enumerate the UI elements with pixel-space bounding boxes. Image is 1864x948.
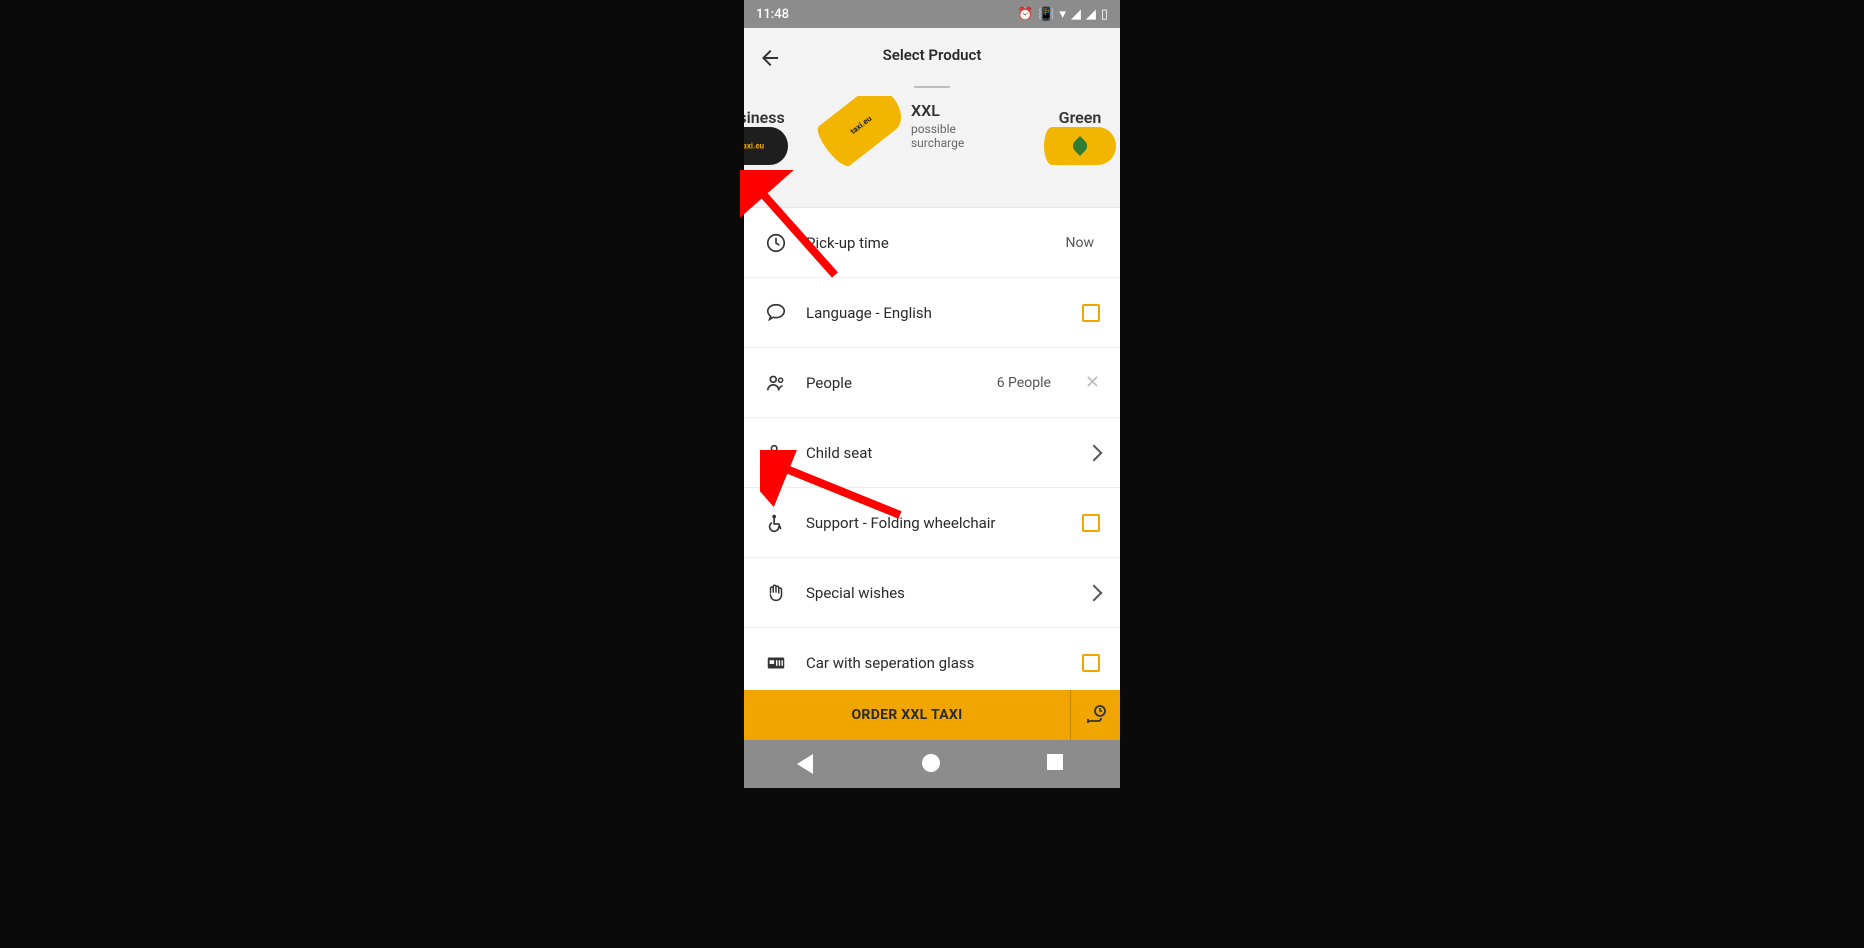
row-label: Child seat bbox=[806, 444, 1070, 462]
car-business-icon: taxi.eu bbox=[744, 127, 788, 165]
title-underline bbox=[914, 86, 950, 88]
clear-button[interactable]: ✕ bbox=[1085, 372, 1100, 393]
nav-home-button[interactable] bbox=[922, 754, 942, 774]
phone-frame: 11:48 ⏰ 📳 ▾ ◢ ◢ ▯ Select Product Busines… bbox=[744, 0, 1120, 788]
schedule-icon bbox=[1084, 703, 1108, 727]
wifi-icon: ▾ bbox=[1059, 7, 1066, 22]
people-icon bbox=[764, 371, 788, 395]
nav-back-button[interactable] bbox=[797, 754, 817, 774]
product-carousel[interactable]: Business taxi.eu taxi.eu XXL possible su… bbox=[744, 96, 1120, 208]
product-xxl[interactable]: taxi.eu XXL possible surcharge bbox=[819, 100, 1007, 150]
row-label: Language - English bbox=[806, 304, 1064, 322]
row-separation-glass[interactable]: Car with seperation glass bbox=[744, 628, 1120, 690]
product-business[interactable]: Business taxi.eu bbox=[744, 108, 788, 165]
row-support-wheelchair[interactable]: Support - Folding wheelchair bbox=[744, 488, 1120, 558]
wheelchair-icon bbox=[764, 511, 788, 535]
product-sublabel: possible surcharge bbox=[911, 122, 1007, 150]
product-green[interactable]: Green bbox=[1044, 108, 1116, 165]
product-label: Green bbox=[1059, 108, 1102, 127]
row-label: Car with seperation glass bbox=[806, 654, 1064, 672]
chevron-right-icon bbox=[1086, 584, 1103, 601]
clock-icon bbox=[764, 231, 788, 255]
alarm-icon: ⏰ bbox=[1017, 7, 1033, 22]
checkbox[interactable] bbox=[1082, 654, 1100, 672]
vibrate-icon: 📳 bbox=[1038, 7, 1054, 22]
row-pickup-time[interactable]: Pick-up time Now bbox=[744, 208, 1120, 278]
car-xxl-icon: taxi.eu bbox=[813, 96, 910, 170]
battery-icon: ▯ bbox=[1101, 7, 1108, 22]
nav-recent-button[interactable] bbox=[1047, 754, 1067, 774]
row-value: 6 People bbox=[997, 375, 1051, 391]
chevron-right-icon bbox=[1086, 444, 1103, 461]
page-title: Select Product bbox=[883, 46, 982, 64]
arrow-left-icon bbox=[758, 46, 782, 70]
android-nav-bar bbox=[744, 740, 1120, 788]
row-label: Support - Folding wheelchair bbox=[806, 514, 1064, 532]
baby-icon bbox=[764, 441, 788, 465]
hand-icon bbox=[764, 581, 788, 605]
signal2-icon: ◢ bbox=[1086, 7, 1096, 22]
row-label: Special wishes bbox=[806, 584, 1070, 602]
order-button[interactable]: ORDER XXL TAXI bbox=[744, 707, 1070, 723]
signal-icon: ◢ bbox=[1071, 7, 1081, 22]
checkbox[interactable] bbox=[1082, 514, 1100, 532]
order-bar: ORDER XXL TAXI bbox=[744, 690, 1120, 740]
checkbox[interactable] bbox=[1082, 304, 1100, 322]
back-button[interactable] bbox=[758, 46, 782, 70]
options-list: Pick-up time Now Language - English Peop… bbox=[744, 208, 1120, 690]
app-header: Select Product bbox=[744, 28, 1120, 96]
card-icon bbox=[764, 651, 788, 675]
row-language[interactable]: Language - English bbox=[744, 278, 1120, 348]
row-value: Now bbox=[1066, 235, 1095, 251]
row-special-wishes[interactable]: Special wishes bbox=[744, 558, 1120, 628]
product-label: XXL bbox=[911, 101, 1007, 120]
product-label: Business bbox=[744, 108, 785, 127]
row-people[interactable]: People 6 People ✕ bbox=[744, 348, 1120, 418]
status-icons: ⏰ 📳 ▾ ◢ ◢ ▯ bbox=[1017, 7, 1108, 22]
row-child-seat[interactable]: Child seat bbox=[744, 418, 1120, 488]
status-time: 11:48 bbox=[756, 7, 789, 22]
car-green-icon bbox=[1044, 127, 1116, 165]
schedule-button[interactable] bbox=[1070, 690, 1120, 740]
status-bar: 11:48 ⏰ 📳 ▾ ◢ ◢ ▯ bbox=[744, 0, 1120, 28]
speech-bubble-icon bbox=[764, 301, 788, 325]
row-label: Pick-up time bbox=[806, 234, 1048, 252]
row-label: People bbox=[806, 374, 979, 392]
